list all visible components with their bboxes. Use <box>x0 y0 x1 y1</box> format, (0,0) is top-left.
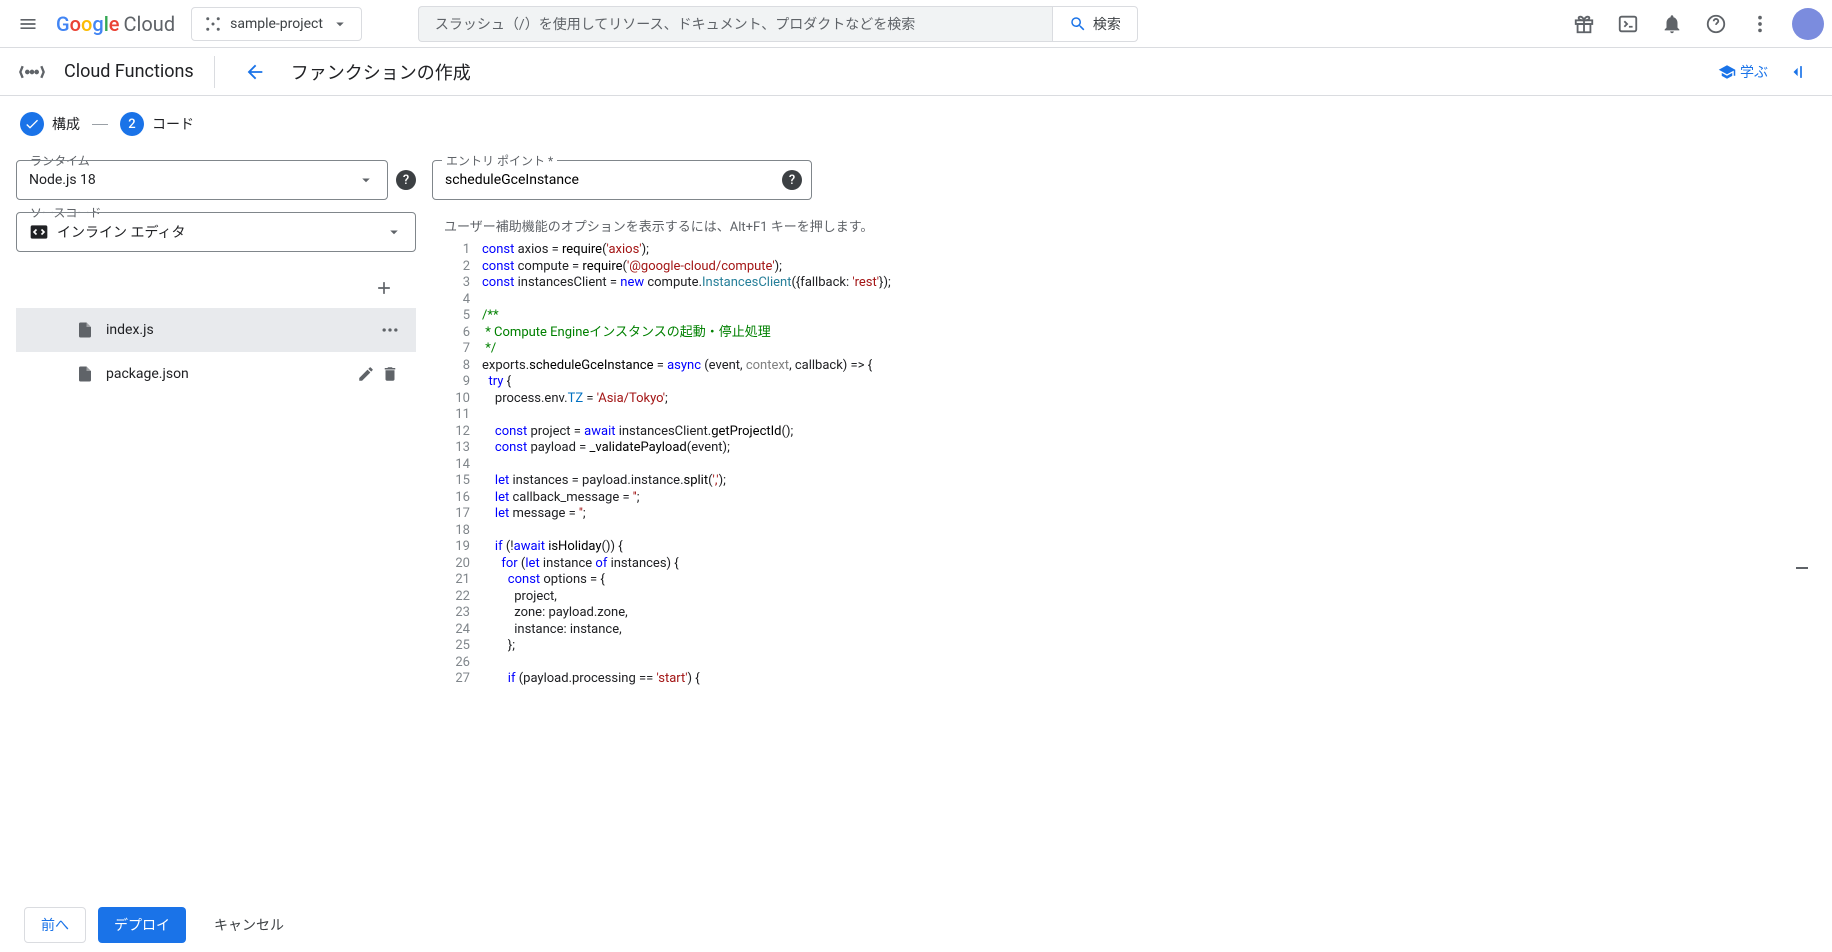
header-right <box>1564 4 1824 44</box>
line-gutter: 1234567891011121314151617181920212223242… <box>432 240 482 896</box>
collapse-panel-button[interactable] <box>1776 52 1816 92</box>
source-select[interactable]: インライン エディタ <box>16 212 416 252</box>
deploy-button[interactable]: デプロイ <box>98 907 186 943</box>
divider <box>214 56 215 88</box>
entry-help[interactable]: ? <box>782 170 802 190</box>
file-item[interactable]: package.json <box>16 352 416 396</box>
hamburger-icon <box>18 14 38 34</box>
code-icon <box>29 222 49 242</box>
more-horiz-icon[interactable] <box>380 320 400 340</box>
back-button[interactable] <box>235 52 275 92</box>
file-item[interactable]: index.js <box>16 308 416 352</box>
step-code[interactable]: 2 コード <box>120 112 194 136</box>
page-title: ファンクションの作成 <box>291 59 471 85</box>
search-button[interactable]: 検索 <box>1052 6 1138 42</box>
project-icon <box>204 15 222 33</box>
delete-icon[interactable] <box>380 364 400 384</box>
panel-collapse-icon <box>1786 62 1806 82</box>
search-input[interactable]: スラッシュ（/）を使用してリソース、ドキュメント、プロダクトなどを検索 <box>418 6 1052 42</box>
more-vert-icon <box>1749 13 1771 35</box>
product-name: Cloud Functions <box>64 61 194 82</box>
edit-icon[interactable] <box>356 364 376 384</box>
step-code-label: コード <box>152 114 194 134</box>
gift-button[interactable] <box>1564 4 1604 44</box>
file-list: index.js package.json <box>16 308 416 396</box>
nav-menu-button[interactable] <box>8 4 48 44</box>
step-connector <box>92 124 108 125</box>
entry-label: エントリ ポイント * <box>442 152 557 169</box>
subheader-right: 学ぶ <box>1718 52 1816 92</box>
plus-icon <box>374 278 394 298</box>
stepper: 構成 2 コード <box>0 96 1832 152</box>
more-button[interactable] <box>1740 4 1780 44</box>
resize-handle[interactable] <box>1796 558 1808 578</box>
dropdown-icon <box>357 171 375 189</box>
step-config[interactable]: 構成 <box>20 112 80 136</box>
search-button-label: 検索 <box>1093 14 1121 34</box>
main-content: ランタイム Node.js 18 ? ソースコード インライン エディタ <box>0 152 1832 896</box>
search-container: スラッシュ（/）を使用してリソース、ドキュメント、プロダクトなどを検索 検索 <box>418 6 1138 42</box>
step-config-label: 構成 <box>52 114 80 134</box>
cloud-functions-icon <box>16 56 48 88</box>
footer: 前へ デプロイ キャンセル <box>0 896 1832 952</box>
file-section: index.js package.json <box>16 268 416 396</box>
a11y-hint: ユーザー補助機能のオプションを表示するには、Alt+F1 キーを押します。 <box>432 212 1816 239</box>
dropdown-icon <box>331 15 349 33</box>
top-header: Google Cloud sample-project スラッシュ（/）を使用し… <box>0 0 1832 48</box>
code-editor[interactable]: 1234567891011121314151617181920212223242… <box>432 239 1816 896</box>
runtime-value: Node.js 18 <box>29 172 96 188</box>
code-content[interactable]: const axios = require('axios');const com… <box>482 240 1816 896</box>
step-number: 2 <box>120 112 144 136</box>
project-name: sample-project <box>230 16 323 32</box>
search-icon <box>1069 15 1087 33</box>
learn-label: 学ぶ <box>1740 62 1768 82</box>
check-icon <box>24 116 40 132</box>
arrow-back-icon <box>244 61 266 83</box>
terminal-icon <box>1617 13 1639 35</box>
notifications-button[interactable] <box>1652 4 1692 44</box>
help-icon <box>1705 13 1727 35</box>
file-name: index.js <box>106 322 368 338</box>
google-cloud-logo[interactable]: Google Cloud <box>56 12 175 36</box>
avatar[interactable] <box>1792 8 1824 40</box>
step-done-icon <box>20 112 44 136</box>
file-icon <box>76 321 94 339</box>
right-panel: エントリ ポイント * ? ユーザー補助機能のオプションを表示するには、Alt+… <box>432 152 1816 896</box>
learn-button[interactable]: 学ぶ <box>1718 62 1768 82</box>
gift-icon <box>1573 13 1595 35</box>
school-icon <box>1718 63 1736 81</box>
google-logo-text: Google <box>56 12 120 36</box>
project-selector[interactable]: sample-project <box>191 7 362 41</box>
dropdown-icon <box>385 223 403 241</box>
add-file-button[interactable] <box>368 272 400 304</box>
prev-button[interactable]: 前へ <box>24 907 86 943</box>
bell-icon <box>1661 13 1683 35</box>
subheader: Cloud Functions ファンクションの作成 学ぶ <box>0 48 1832 96</box>
file-name: package.json <box>106 366 344 382</box>
help-button[interactable] <box>1696 4 1736 44</box>
terminal-button[interactable] <box>1608 4 1648 44</box>
left-panel: ランタイム Node.js 18 ? ソースコード インライン エディタ <box>16 152 416 896</box>
file-icon <box>76 365 94 383</box>
cancel-button[interactable]: キャンセル <box>198 907 300 943</box>
cloud-logo-text: Cloud <box>124 12 176 36</box>
source-value: インライン エディタ <box>57 222 186 242</box>
runtime-help[interactable]: ? <box>396 170 416 190</box>
runtime-select[interactable]: Node.js 18 <box>16 160 388 200</box>
